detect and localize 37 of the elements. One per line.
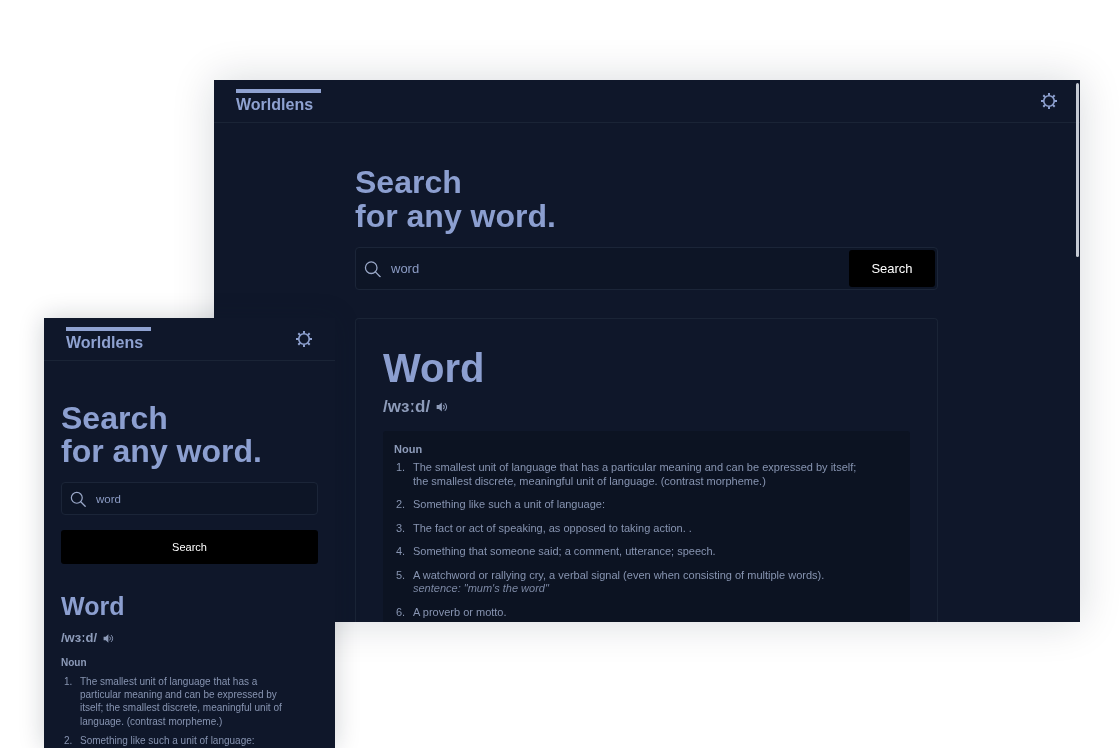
app-logo: Worldlens	[236, 89, 322, 113]
search-button[interactable]: Search	[849, 250, 935, 287]
definition-text: Something that someone said; a comment, utterance; speech.	[413, 545, 717, 559]
phonetic-text: /wɜːd/	[61, 630, 98, 646]
search-heading: Search for any word.	[355, 165, 557, 233]
list-number: 1.	[395, 461, 407, 475]
speaker-icon[interactable]	[436, 401, 450, 413]
search-icon	[70, 490, 86, 507]
part-of-speech: Noun	[61, 656, 88, 669]
speaker-icon[interactable]	[103, 632, 116, 644]
search-button[interactable]: Search	[61, 530, 318, 564]
definition-text: Something like such a unit of language:	[80, 733, 256, 747]
list-number: 5.	[395, 568, 407, 583]
definition-text: The smallest unit of language that has a particular meaning and can be expressed by itself; the smallest discrete, meaningful unit of language. (contrast morpheme.)	[80, 675, 283, 728]
settings-icon[interactable]	[1040, 92, 1058, 110]
word-title: Word	[61, 592, 126, 620]
phonetic-text: /wɜːd/	[383, 397, 431, 417]
search-heading: Search for any word.	[61, 402, 263, 468]
list-number: 2.	[63, 733, 74, 747]
list-number: 6.	[395, 605, 407, 619]
list-number: 3.	[395, 521, 407, 535]
settings-icon[interactable]	[295, 330, 313, 348]
search-field[interactable]: word	[61, 482, 318, 515]
list-number: 2.	[395, 498, 407, 512]
definition-text: A proverb or motto.	[413, 605, 508, 619]
scrollbar-thumb[interactable]	[1076, 83, 1079, 257]
list-number: 4.	[395, 545, 407, 559]
word-title: Word	[383, 345, 486, 391]
list-number: 1.	[63, 675, 74, 689]
example-text: sentence: "mum's the word"	[413, 582, 551, 596]
definition-text: A watchword or rallying cry, a verbal signal (even when consisting of multiple words).	[413, 568, 826, 582]
definition-text: The smallest unit of language that has a particular meaning and can be expressed by itself; the smallest discrete, meaningful unit of language. (contrast morpheme.)	[413, 461, 858, 488]
definition-text: Something like such a unit of language:	[413, 498, 607, 512]
search-icon	[364, 260, 381, 277]
app-logo: Worldlens	[66, 327, 152, 351]
part-of-speech: Noun	[394, 442, 424, 456]
definition-text: The fact or act of speaking, as opposed to taking action. .	[413, 521, 693, 535]
